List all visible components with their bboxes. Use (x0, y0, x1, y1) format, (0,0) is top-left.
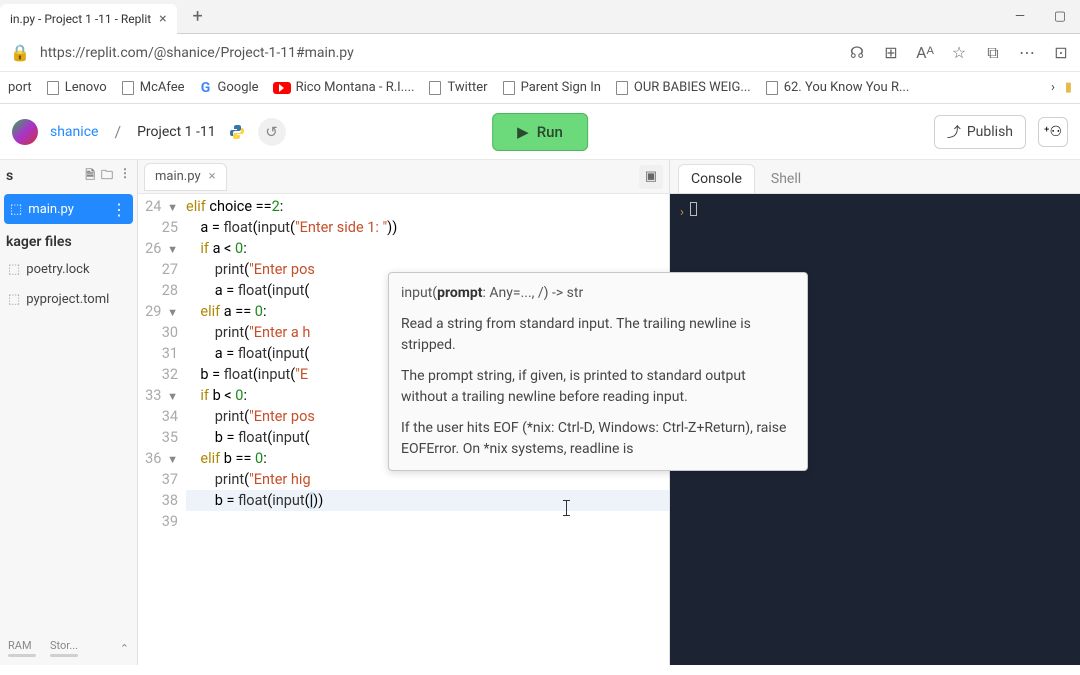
invite-button[interactable]: ⁺⚇ (1038, 117, 1068, 147)
console-tabstrip: Console Shell (670, 160, 1080, 194)
close-tab-icon[interactable]: × (159, 11, 166, 27)
run-button[interactable]: ▶ Run (492, 113, 588, 151)
file-menu-icon[interactable]: ⋮ (111, 200, 127, 219)
window-controls: ― ▢ (1000, 0, 1080, 34)
url-input[interactable]: https://replit.com/@shanice/Project-1-11… (40, 45, 838, 61)
user-avatar[interactable] (12, 119, 38, 145)
page-icon (429, 81, 441, 95)
files-heading: s 🗎 🗀 ⋮ (0, 160, 137, 192)
signature: input(prompt: Any=..., /) -> str (401, 283, 795, 304)
doc-paragraph: Read a string from standard input. The t… (401, 314, 795, 356)
breadcrumb-separator: / (114, 122, 121, 141)
extensions-icon[interactable]: ⋯ (1018, 43, 1036, 63)
terminal-cursor (690, 202, 697, 216)
run-label: Run (537, 123, 563, 141)
google-icon: G (199, 81, 213, 95)
file-pyproject-toml[interactable]: ⬚ pyproject.toml (0, 284, 137, 314)
upload-icon: ⤴ (947, 122, 961, 142)
new-folder-icon[interactable]: 🗀 (101, 166, 113, 187)
browser-tab-strip: in.py - Project 1 -11 - Replit × + ― ▢ (0, 0, 1080, 34)
python-icon (228, 123, 246, 141)
line-gutter: 24 ▼2526 ▼272829 ▼30313233 ▼343536 ▼3738… (138, 194, 186, 665)
youtube-icon (273, 82, 291, 94)
breadcrumb-user[interactable]: shanice (50, 124, 98, 140)
bookmark-youtube[interactable]: Rico Montana - R.I.... (273, 80, 415, 95)
site-info-icon[interactable]: 🔒 (10, 43, 30, 62)
play-icon: ▶ (517, 123, 529, 141)
breadcrumb-project[interactable]: Project 1 -11 (137, 124, 216, 140)
file-poetry-lock[interactable]: ⬚ poetry.lock (0, 254, 137, 284)
bookmark-google[interactable]: GGoogle (199, 80, 259, 95)
file-icon: ⬚ (10, 202, 22, 217)
more-icon[interactable]: ⋮ (119, 166, 131, 187)
publish-button[interactable]: ⤴ Publish (934, 115, 1026, 149)
favorite-icon[interactable]: ☆ (950, 43, 968, 63)
url-toolbar: ☊ ⊞ Aᴬ ☆ ⧉ ⋯ ⊡ (848, 43, 1070, 63)
bookmark-you-know[interactable]: 62. You Know You R... (765, 80, 910, 95)
bookmark-babies[interactable]: OUR BABIES WEIG... (615, 80, 751, 95)
signature-help-tooltip: input(prompt: Any=..., /) -> str Read a … (388, 272, 808, 471)
close-editor-tab-icon[interactable]: × (209, 169, 216, 184)
file-main-py[interactable]: ⬚ main.py ⋮ (4, 194, 133, 224)
file-sidebar: s 🗎 🗀 ⋮ ⬚ main.py ⋮ kager files ⬚ poetry… (0, 160, 138, 665)
doc-paragraph: If the user hits EOF (*nix: Ctrl-D, Wind… (401, 418, 795, 460)
bookmark-twitter[interactable]: Twitter (428, 80, 487, 95)
collections-icon[interactable]: ⧉ (984, 43, 1002, 63)
read-aloud-icon[interactable]: ☊ (848, 43, 866, 63)
page-icon (616, 81, 628, 95)
bookmarks-overflow-icon[interactable]: › (1051, 80, 1055, 95)
editor-tab-main[interactable]: main.py × (144, 163, 227, 191)
tab-shell[interactable]: Shell (759, 165, 813, 193)
minimize-button[interactable]: ― (1000, 0, 1040, 34)
text-cursor (566, 500, 567, 516)
file-icon: ⬚ (8, 292, 20, 307)
browser-tab[interactable]: in.py - Project 1 -11 - Replit × (0, 4, 177, 34)
storage-meter[interactable]: Stor... (50, 639, 78, 657)
resource-footer: RAM Stor... ⌃ (0, 631, 137, 665)
editor-tabstrip: main.py × ▣ (138, 160, 669, 194)
ram-meter[interactable]: RAM (8, 639, 36, 657)
doc-paragraph: The prompt string, if given, is printed … (401, 366, 795, 408)
page-icon (503, 81, 515, 95)
file-icon: ⬚ (8, 262, 20, 277)
tab-title: in.py - Project 1 -11 - Replit (10, 12, 151, 26)
page-icon (122, 81, 134, 95)
page-icon (766, 81, 778, 95)
address-bar: 🔒 https://replit.com/@shanice/Project-1-… (0, 34, 1080, 72)
bookmark-mcafee[interactable]: McAfee (121, 80, 185, 95)
profile-icon[interactable]: ⊡ (1052, 43, 1070, 63)
bookmarks-folder-icon[interactable]: ▮ (1065, 80, 1072, 95)
chevron-up-icon[interactable]: ⌃ (120, 642, 129, 655)
bookmark-import[interactable]: port (8, 80, 32, 95)
prompt-icon: › (680, 205, 684, 220)
bookmark-parent-sign-in[interactable]: Parent Sign In (502, 80, 601, 95)
replit-header: shanice / Project 1 -11 ↺ ▶ Run ⤴ Publis… (0, 104, 1080, 160)
page-icon (47, 81, 59, 95)
maximize-button[interactable]: ▢ (1040, 0, 1080, 34)
packager-section: kager files (0, 226, 137, 254)
bookmarks-bar: port Lenovo McAfee GGoogle Rico Montana … (0, 72, 1080, 104)
expand-pane-icon[interactable]: ▣ (639, 165, 663, 189)
bookmark-lenovo[interactable]: Lenovo (46, 80, 107, 95)
tab-console[interactable]: Console (678, 164, 755, 193)
new-file-icon[interactable]: 🗎 (85, 166, 95, 187)
text-size-icon[interactable]: Aᴬ (916, 43, 934, 63)
history-button[interactable]: ↺ (258, 118, 286, 146)
new-tab-button[interactable]: + (183, 2, 213, 32)
apps-icon[interactable]: ⊞ (882, 43, 900, 63)
